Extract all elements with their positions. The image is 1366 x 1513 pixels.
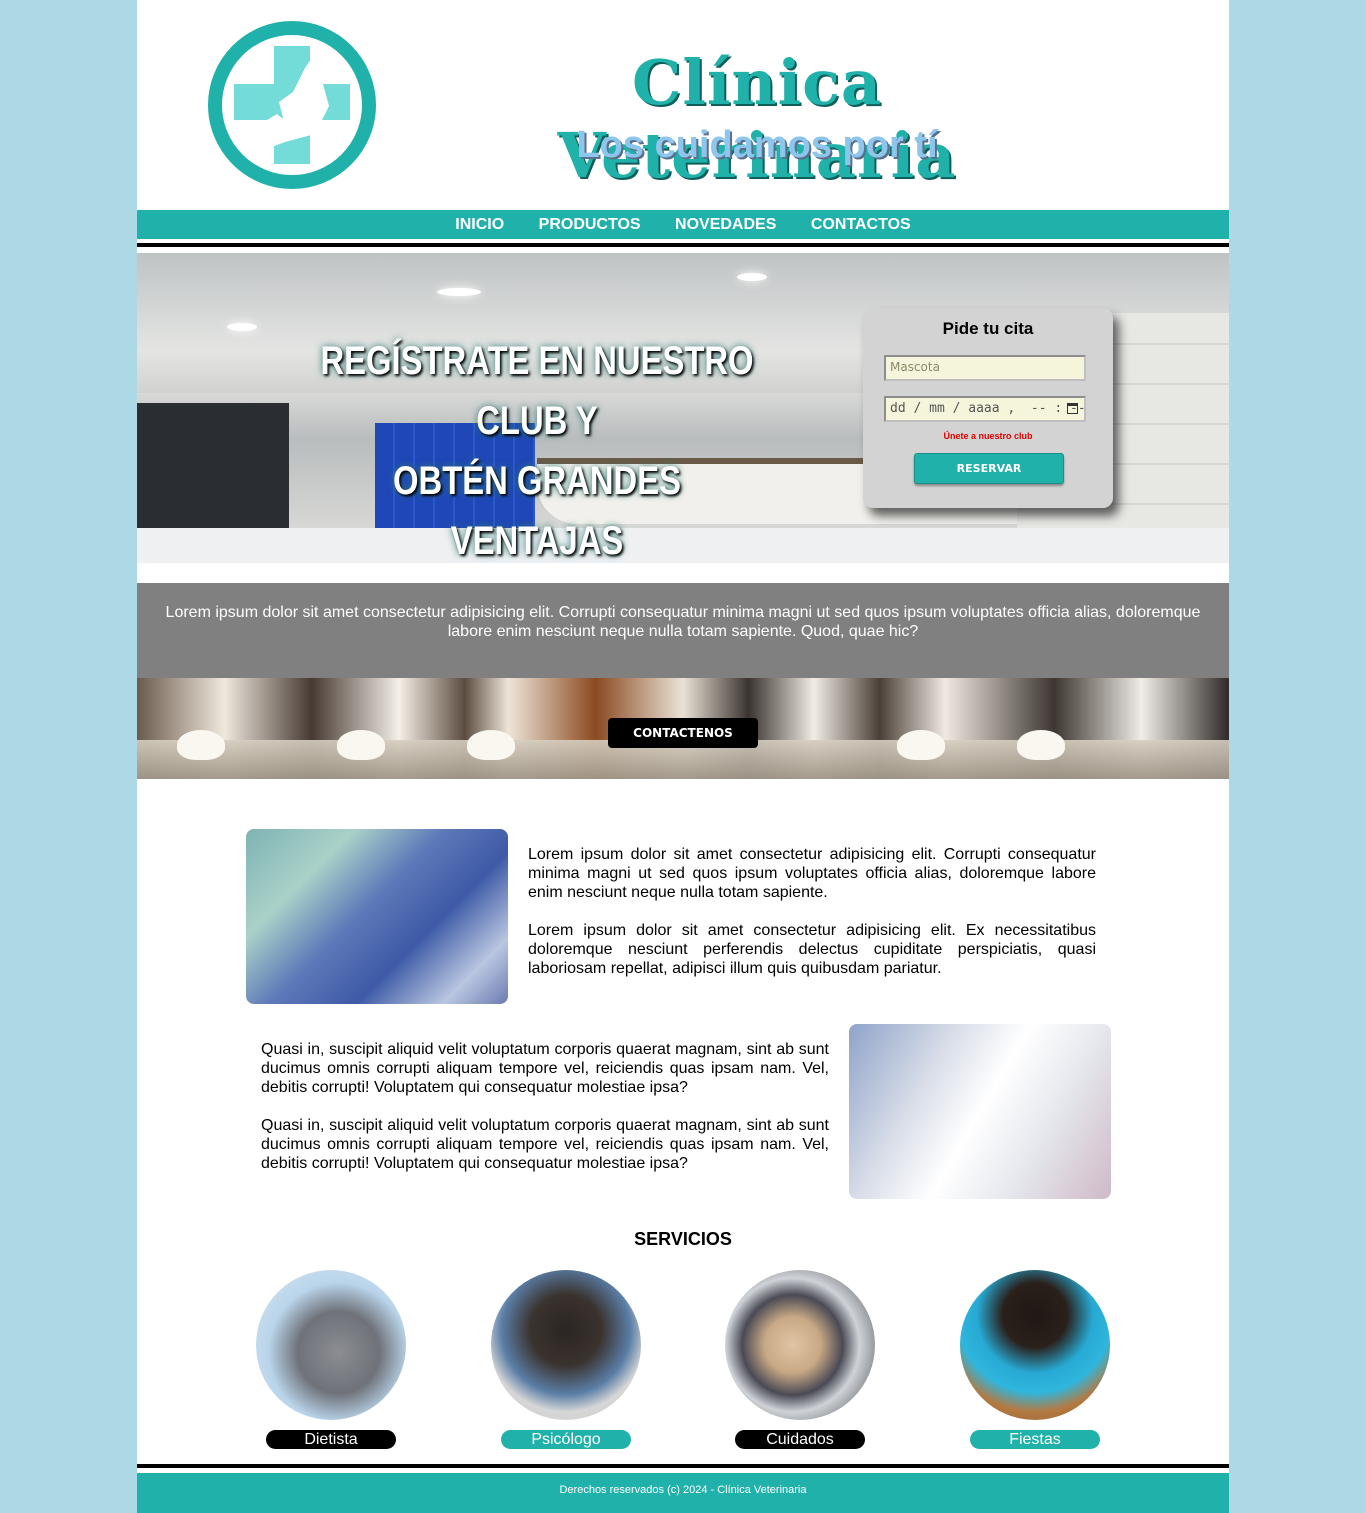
services-title: SERVICIOS bbox=[634, 1229, 732, 1249]
article-paragraph: Quasi in, suscipit aliquid velit volupta… bbox=[261, 1117, 829, 1172]
site-subtitle: Los cuidamos por tí bbox=[576, 124, 938, 166]
page-container: Clínica Veterinaria Los cuidamos por tí … bbox=[137, 0, 1229, 1513]
hero-elevator bbox=[137, 403, 289, 543]
datetime-placeholder: dd / mm / aaaa , -- : -- bbox=[890, 401, 1086, 416]
calendar-icon[interactable] bbox=[1067, 403, 1078, 414]
paw bbox=[337, 730, 385, 760]
divider bbox=[137, 1464, 1229, 1468]
puppy-thank-you-photo bbox=[960, 1270, 1110, 1420]
reserve-button[interactable]: RESERVAR bbox=[914, 453, 1064, 484]
main-nav: INICIO PRODUCTOS NOVEDADES CONTACTOS bbox=[137, 210, 1229, 239]
vet-cross-logo-icon[interactable] bbox=[207, 20, 377, 190]
service-card-fiestas[interactable]: Fiestas bbox=[960, 1270, 1110, 1449]
service-label[interactable]: Fiestas bbox=[970, 1430, 1100, 1449]
clinic-room-photo bbox=[849, 1024, 1111, 1199]
ceiling-light bbox=[437, 288, 481, 296]
paw bbox=[177, 730, 225, 760]
hero-banner: REGÍSTRATE EN NUESTRO CLUB Y OBTÉN GRAND… bbox=[137, 253, 1229, 563]
nav-item-novedades[interactable]: NOVEDADES bbox=[675, 210, 776, 239]
footer: Derechos reservados (c) 2024 - Clínica V… bbox=[137, 1473, 1229, 1513]
service-label[interactable]: Dietista bbox=[266, 1430, 396, 1449]
article-paragraph: Lorem ipsum dolor sit amet consectetur a… bbox=[528, 846, 1096, 901]
surgery-photo bbox=[246, 829, 508, 1004]
contact-us-button[interactable]: CONTACTENOS bbox=[608, 718, 758, 748]
divider bbox=[137, 243, 1229, 247]
paw bbox=[897, 730, 945, 760]
nav-item-productos[interactable]: PRODUCTOS bbox=[539, 210, 641, 239]
appointment-datetime-input[interactable]: dd / mm / aaaa , -- : -- bbox=[884, 396, 1086, 422]
site-title: Clínica Veterinaria bbox=[557, 46, 957, 192]
booking-form: Pide tu cita Mascota dd / mm / aaaa , --… bbox=[863, 308, 1113, 508]
booking-title: Pide tu cita bbox=[942, 319, 1034, 338]
gray-cat-photo bbox=[256, 1270, 406, 1420]
hero-headline: REGÍSTRATE EN NUESTRO CLUB Y OBTÉN GRAND… bbox=[316, 331, 759, 563]
paw bbox=[1017, 730, 1065, 760]
nav-item-inicio[interactable]: INICIO bbox=[455, 210, 504, 239]
service-card-cuidados[interactable]: Cuidados bbox=[725, 1270, 875, 1449]
service-card-dietista[interactable]: Dietista bbox=[256, 1270, 406, 1449]
intro-band: Lorem ipsum dolor sit amet consectetur a… bbox=[137, 583, 1229, 678]
service-label[interactable]: Psicólogo bbox=[501, 1430, 631, 1449]
intro-text: Lorem ipsum dolor sit amet consectetur a… bbox=[165, 604, 1201, 640]
pet-name-input[interactable]: Mascota bbox=[884, 355, 1086, 381]
nav-item-contactos[interactable]: CONTACTOS bbox=[811, 210, 911, 239]
hero-headline-line2: OBTÉN GRANDES VENTAJAS bbox=[393, 459, 681, 563]
service-label[interactable]: Cuidados bbox=[735, 1430, 865, 1449]
ceiling-light bbox=[227, 323, 257, 331]
pug-photo bbox=[491, 1270, 641, 1420]
french-bulldog-photo bbox=[725, 1270, 875, 1420]
service-card-psicologo[interactable]: Psicólogo bbox=[491, 1270, 641, 1449]
ceiling-light bbox=[737, 273, 767, 281]
article-paragraph: Lorem ipsum dolor sit amet consectetur a… bbox=[528, 922, 1096, 977]
hero-headline-line1: REGÍSTRATE EN NUESTRO CLUB Y bbox=[320, 339, 754, 443]
join-club-link[interactable]: Únete a nuestro club bbox=[863, 431, 1113, 441]
copyright-text: Derechos reservados (c) 2024 - Clínica V… bbox=[559, 1484, 807, 1496]
article-paragraph: Quasi in, suscipit aliquid velit volupta… bbox=[261, 1041, 829, 1096]
paw bbox=[467, 730, 515, 760]
puppies-banner-image: CONTACTENOS bbox=[137, 678, 1229, 779]
